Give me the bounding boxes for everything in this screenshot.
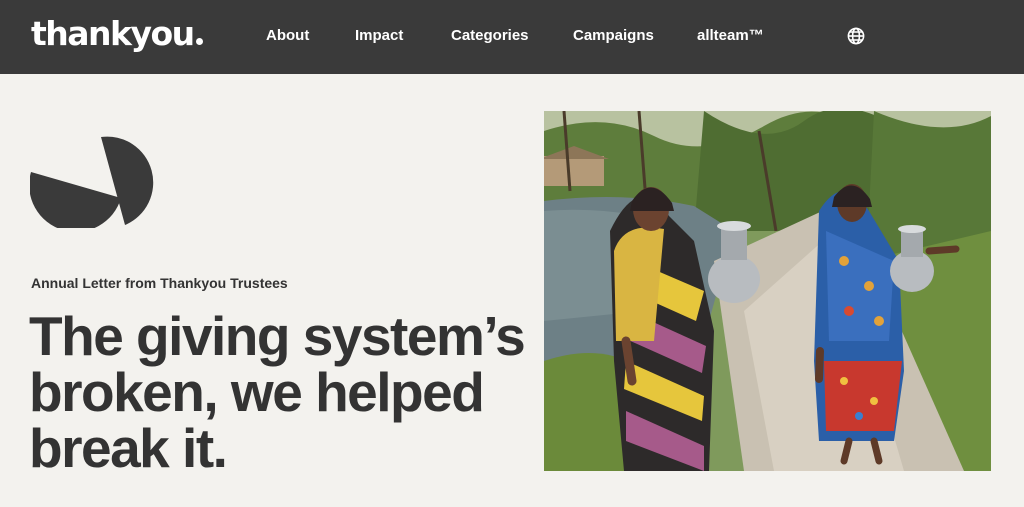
headline-line-1: The giving system’s xyxy=(29,305,526,367)
globe-icon[interactable] xyxy=(847,27,865,45)
annual-letter-label: Annual Letter from Thankyou Trustees xyxy=(31,275,288,291)
headline-line-3: break it. xyxy=(29,417,228,479)
nav-link-campaigns[interactable]: Campaigns xyxy=(573,27,654,45)
top-navigation-bar: thankyou About Impact Categories Campaig… xyxy=(0,0,1024,74)
nav-link-about[interactable]: About xyxy=(266,27,309,45)
logo-text: thankyou xyxy=(31,14,195,53)
logo-dot xyxy=(195,38,203,45)
thankyou-emblem-icon xyxy=(30,136,154,228)
headline-line-2: broken, we helped xyxy=(29,361,485,423)
nav-link-categories[interactable]: Categories xyxy=(451,27,529,45)
nav-link-impact[interactable]: Impact xyxy=(355,27,403,45)
hero-headline: The giving system’s broken, we helped br… xyxy=(29,308,529,476)
hero-photo-women-carrying-water xyxy=(544,111,991,471)
nav-link-allteam[interactable]: allteam™ xyxy=(697,27,764,45)
thankyou-logo[interactable]: thankyou xyxy=(31,14,203,54)
